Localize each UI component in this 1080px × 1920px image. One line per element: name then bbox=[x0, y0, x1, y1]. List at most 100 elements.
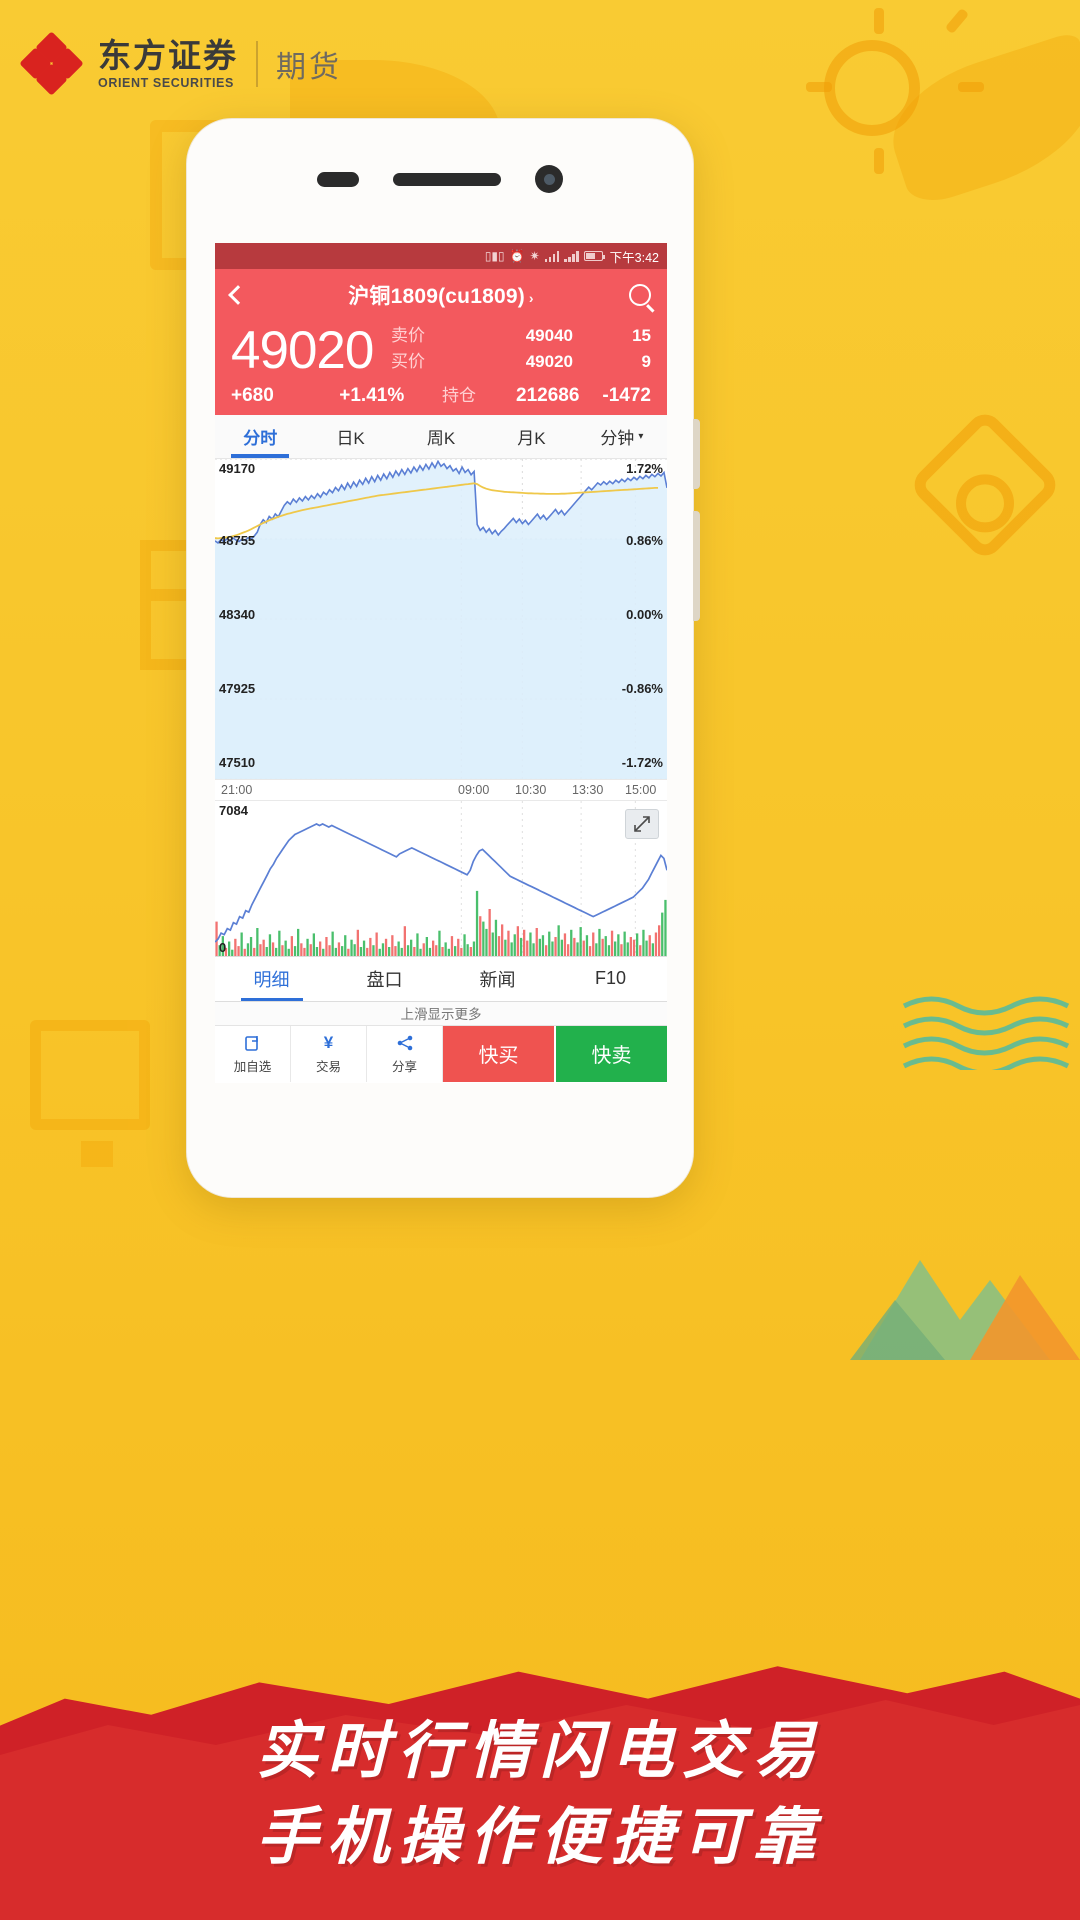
battery-icon bbox=[583, 251, 606, 261]
add-watchlist-button[interactable]: 加自选 bbox=[215, 1025, 291, 1082]
tab-mingxi-label: 明细 bbox=[253, 969, 290, 990]
tab-pankou-label: 盘口 bbox=[366, 969, 403, 990]
banner-text-block: 实时行情闪电交易 手机操作便捷可靠 bbox=[0, 1710, 1080, 1878]
price-change: +680 bbox=[231, 384, 274, 406]
pct-axis-label-1: 0.86% bbox=[626, 532, 663, 548]
pct-axis-label-3: -0.86% bbox=[621, 680, 663, 696]
y-axis-label-1: 48755 bbox=[219, 532, 256, 548]
diamond-logo-icon bbox=[19, 31, 84, 96]
quote-header: 沪铜1809(cu1809) › 49020 卖价 49040 15 买价 49… bbox=[215, 269, 667, 415]
ask-volume: 15 bbox=[632, 326, 651, 345]
volume-max-label: 7084 bbox=[219, 802, 248, 818]
time-axis: 21:00 09:00 10:30 13:30 15:00 bbox=[215, 778, 667, 801]
quote-main-row: 49020 卖价 49040 15 买价 49020 9 bbox=[231, 323, 651, 379]
bid-label: 买价 bbox=[391, 352, 425, 372]
page-title: 沪铜1809(cu1809) › bbox=[215, 280, 667, 310]
chevron-down-icon: ▾ bbox=[638, 430, 644, 442]
open-interest-label: 持仓 bbox=[442, 385, 477, 405]
y-axis-label-4: 47510 bbox=[219, 754, 256, 770]
swipe-up-hint: 上滑显示更多 bbox=[215, 1001, 667, 1026]
add-watchlist-label: 加自选 bbox=[233, 1060, 272, 1075]
tab-news[interactable]: 新闻 bbox=[441, 957, 554, 1001]
share-label: 分享 bbox=[391, 1060, 417, 1075]
tab-f10-label: F10 bbox=[594, 968, 627, 989]
tab-week-k-label: 周K bbox=[426, 428, 456, 448]
phone-top-bezel bbox=[187, 119, 693, 239]
decor-clock-icon bbox=[907, 407, 1063, 563]
tab-day-k[interactable]: 日K bbox=[305, 415, 395, 458]
instrument-name: 沪铜1809(cu1809) bbox=[348, 285, 525, 308]
detail-tabs: 明细 盘口 新闻 F10 bbox=[215, 955, 667, 1002]
tab-week-k[interactable]: 周K bbox=[396, 415, 486, 458]
bid-price: 49020 bbox=[525, 352, 573, 372]
signal-icon bbox=[544, 250, 560, 262]
brand-divider bbox=[256, 41, 258, 87]
add-watchlist-icon bbox=[244, 1032, 262, 1054]
status-bar-time: 下午3:42 bbox=[609, 250, 659, 265]
ask-row: 卖价 49040 15 bbox=[391, 323, 651, 349]
brand-subtitle: 期货 bbox=[276, 51, 342, 84]
bid-volume: 9 bbox=[641, 352, 651, 372]
vibrate-icon: ▯▮▯ bbox=[484, 249, 505, 263]
brand-name-cn: 东方证券 bbox=[98, 36, 238, 74]
decor-monitor-icon bbox=[30, 1020, 150, 1167]
quote-change-row: +680 +1.41% 持仓 212686 -1472 bbox=[231, 381, 651, 407]
volume-chart[interactable]: 7084 0 bbox=[215, 800, 667, 956]
time-tick-0: 21:00 bbox=[221, 782, 253, 797]
banner-line-2: 手机操作便捷可靠 bbox=[255, 1800, 824, 1874]
action-bar: 加自选 ¥ 交易 分享 快买 快卖 bbox=[215, 1025, 667, 1082]
quick-sell-button[interactable]: 快卖 bbox=[556, 1025, 667, 1082]
chart-tabs: 分时 日K 周K 月K 分钟 ▾ bbox=[215, 414, 667, 459]
open-interest-value: 212686 bbox=[516, 384, 580, 406]
y-axis-label-3: 47925 bbox=[219, 680, 256, 696]
last-price: 49020 bbox=[231, 321, 374, 380]
tab-month-k-label: 月K bbox=[517, 428, 546, 448]
share-icon bbox=[396, 1032, 414, 1054]
time-tick-4: 15:00 bbox=[625, 782, 657, 797]
bluetooth-icon: ✷ bbox=[529, 249, 540, 263]
search-icon[interactable] bbox=[629, 284, 651, 306]
proximity-sensor bbox=[317, 171, 359, 187]
bid-row: 买价 49020 9 bbox=[391, 349, 651, 375]
y-axis-label-0: 49170 bbox=[219, 460, 256, 476]
ask-label: 卖价 bbox=[391, 326, 425, 345]
decor-mountain bbox=[850, 1260, 1080, 1360]
volume-chart-svg bbox=[215, 800, 667, 956]
tab-f10[interactable]: F10 bbox=[554, 957, 667, 1001]
quick-buy-button[interactable]: 快买 bbox=[443, 1025, 556, 1082]
quote-side-table: 卖价 49040 15 买价 49020 9 bbox=[391, 323, 651, 376]
ask-price: 49040 bbox=[525, 326, 573, 345]
signal-2-icon bbox=[564, 250, 579, 262]
open-interest-change: -1472 bbox=[602, 384, 651, 406]
brand-header: 东方证券 ORIENT SECURITIES 期货 bbox=[19, 31, 342, 96]
brand-name-block: 东方证券 ORIENT SECURITIES bbox=[98, 36, 238, 91]
pct-axis-label-2: 0.00% bbox=[626, 606, 663, 622]
quote-navbar: 沪铜1809(cu1809) › bbox=[215, 269, 667, 321]
share-button[interactable]: 分享 bbox=[367, 1025, 443, 1082]
trade-button[interactable]: ¥ 交易 bbox=[291, 1025, 367, 1082]
decor-sun-icon bbox=[824, 40, 920, 136]
tab-day-k-label: 日K bbox=[336, 428, 365, 448]
price-chart-svg bbox=[215, 458, 667, 779]
price-change-percent: +1.41% bbox=[339, 384, 405, 406]
status-bar: ▯▮▯ ⏰ ✷ 下午3:42 bbox=[215, 243, 667, 269]
quote-body: 49020 卖价 49040 15 买价 49020 9 +680 +1.41%… bbox=[215, 321, 667, 415]
trade-label: 交易 bbox=[315, 1060, 341, 1075]
decor-wave bbox=[902, 996, 1070, 1070]
expand-chart-icon[interactable] bbox=[625, 808, 659, 839]
tab-mingxi[interactable]: 明细 bbox=[215, 957, 328, 1001]
title-arrow-icon: › bbox=[528, 290, 534, 306]
time-tick-3: 13:30 bbox=[572, 782, 604, 797]
y-axis-label-2: 48340 bbox=[219, 606, 256, 622]
time-tick-2: 10:30 bbox=[515, 782, 547, 797]
volume-min-label: 0 bbox=[219, 939, 227, 955]
tab-month-k[interactable]: 月K bbox=[486, 415, 576, 458]
price-chart[interactable]: 49170 48755 48340 47925 47510 1.72% 0.86… bbox=[215, 458, 667, 779]
tab-minutes[interactable]: 分钟 ▾ bbox=[577, 415, 667, 458]
back-chevron-icon[interactable] bbox=[228, 285, 248, 305]
tab-pankou[interactable]: 盘口 bbox=[328, 957, 441, 1001]
brand-name-en: ORIENT SECURITIES bbox=[98, 76, 234, 91]
time-tick-1: 09:00 bbox=[458, 782, 490, 797]
pct-axis-label-4: -1.72% bbox=[621, 754, 663, 770]
tab-fenshi[interactable]: 分时 bbox=[215, 415, 305, 458]
